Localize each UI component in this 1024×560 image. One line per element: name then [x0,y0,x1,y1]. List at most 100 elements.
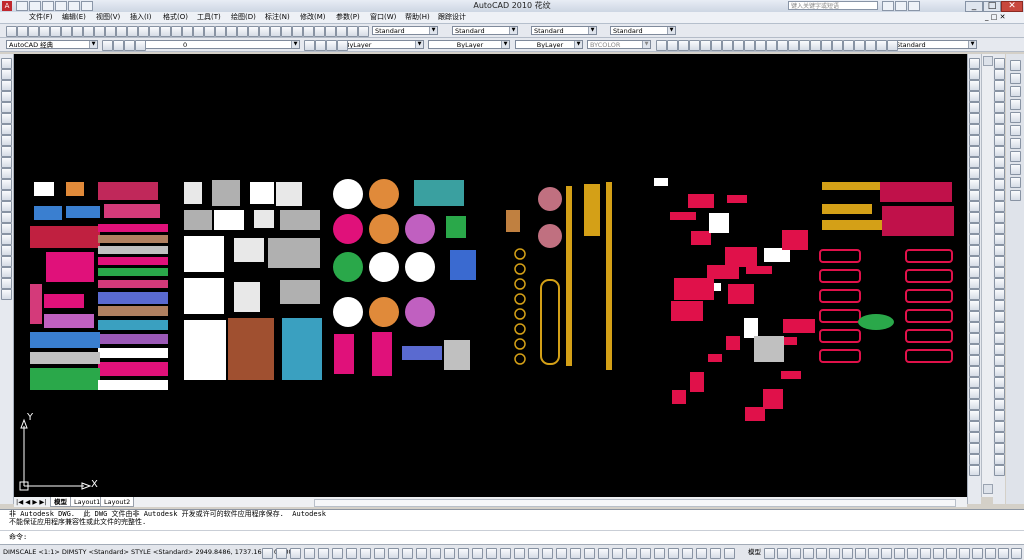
draw-tool-icon[interactable] [1,168,12,179]
dimension-tool-icon[interactable] [994,278,1005,289]
drafting-toggle-icon[interactable] [444,548,455,559]
drafting-toggle-icon[interactable] [304,548,315,559]
menu-help[interactable]: 帮助(H) [405,12,430,23]
dimension-tool-icon[interactable] [799,40,810,51]
draw-tool-icon[interactable] [1,91,12,102]
vertical-scrollbar[interactable] [981,54,993,497]
dimension-tool-icon[interactable] [722,40,733,51]
drafting-toggle-icon[interactable] [542,548,553,559]
tray-icon[interactable] [790,548,801,559]
toolbar-button-icon[interactable] [72,26,83,37]
menu-window-controls[interactable]: _ □ ✕ [985,12,1005,23]
maximize-icon[interactable]: □ [983,1,1001,12]
toolbar-button-icon[interactable] [325,26,336,37]
toolbar-button-icon[interactable] [94,26,105,37]
palette-tool-icon[interactable] [1010,112,1021,123]
drafting-toggle-icon[interactable] [570,548,581,559]
toolbar-button-icon[interactable] [314,26,325,37]
dimension-tool-icon[interactable] [994,432,1005,443]
workspace-select[interactable]: AutoCAD 经典 ▼ [6,40,98,49]
drafting-toggle-icon[interactable] [318,548,329,559]
toolbar-button-icon[interactable] [182,26,193,37]
modify-tool-icon[interactable] [969,80,980,91]
draw-tool-icon[interactable] [1,102,12,113]
layer-tool-icon[interactable] [102,40,113,51]
tray-icon[interactable] [998,548,1009,559]
drafting-toggle-icon[interactable] [612,548,623,559]
modify-tool-icon[interactable] [969,322,980,333]
draw-tool-icon[interactable] [1,146,12,157]
menu-tools[interactable]: 工具(T) [197,12,221,23]
drafting-toggle-icon[interactable] [528,548,539,559]
drafting-toggle-icon[interactable] [500,548,511,559]
draw-tool-icon[interactable] [1,267,12,278]
tab-nav-icons[interactable]: |◀ ◀ ▶ ▶| [16,497,47,507]
toolbar-button-icon[interactable] [336,26,347,37]
drafting-toggle-icon[interactable] [262,548,273,559]
tray-icon[interactable] [816,548,827,559]
tray-icon[interactable] [985,548,996,559]
dimension-tool-icon[interactable] [994,333,1005,344]
model-space-button[interactable]: 模型 [748,545,761,560]
menu-window[interactable]: 窗口(W) [370,12,396,23]
dimension-tool-icon[interactable] [854,40,865,51]
tray-icon[interactable] [829,548,840,559]
modify-tool-icon[interactable] [969,190,980,201]
toolbar-button-icon[interactable] [347,26,358,37]
layer-tool-icon[interactable] [113,40,124,51]
palette-tool-icon[interactable] [1010,177,1021,188]
dimension-tool-icon[interactable] [994,388,1005,399]
dimension-tool-icon[interactable] [994,322,1005,333]
draw-tool-icon[interactable] [1,201,12,212]
dimension-tool-icon[interactable] [994,124,1005,135]
linetype-select[interactable]: ByLayer ▼ [428,40,510,49]
dimension-tool-icon[interactable] [777,40,788,51]
modify-tool-icon[interactable] [969,146,980,157]
drafting-toggle-icon[interactable] [710,548,721,559]
toolbar-button-icon[interactable] [50,26,61,37]
draw-tool-icon[interactable] [1,179,12,190]
toolbar-button-icon[interactable] [171,26,182,37]
modify-tool-icon[interactable] [969,399,980,410]
drafting-toggle-icon[interactable] [486,548,497,559]
draw-tool-icon[interactable] [1,157,12,168]
drafting-toggle-icon[interactable] [374,548,385,559]
table-style-select[interactable]: Standard ▼ [531,26,597,35]
close-icon[interactable]: ✕ [1001,1,1023,12]
tray-icon[interactable] [777,548,788,559]
dimension-tool-icon[interactable] [887,40,898,51]
tray-icon[interactable] [1011,548,1022,559]
help-icon[interactable] [908,1,920,11]
draw-tool-icon[interactable] [1,212,12,223]
modify-tool-icon[interactable] [969,267,980,278]
draw-tool-icon[interactable] [1,113,12,124]
draw-tool-icon[interactable] [1,69,12,80]
modify-tool-icon[interactable] [969,113,980,124]
toolbar-button-icon[interactable] [292,26,303,37]
dimension-tool-icon[interactable] [994,91,1005,102]
tray-icon[interactable] [946,548,957,559]
palette-tool-icon[interactable] [1010,151,1021,162]
plotstyle-select[interactable]: BYCOLOR ▼ [587,40,651,49]
menu-draw[interactable]: 绘图(D) [231,12,256,23]
drafting-toggle-icon[interactable] [472,548,483,559]
modify-tool-icon[interactable] [969,234,980,245]
draw-tool-icon[interactable] [1,278,12,289]
modify-tool-icon[interactable] [969,212,980,223]
palette-tool-icon[interactable] [1010,99,1021,110]
toolbar-button-icon[interactable] [270,26,281,37]
dimension-tool-icon[interactable] [994,80,1005,91]
drafting-toggle-icon[interactable] [640,548,651,559]
drafting-toggle-icon[interactable] [668,548,679,559]
dimension-tool-icon[interactable] [994,311,1005,322]
drafting-toggle-icon[interactable] [598,548,609,559]
drafting-toggle-icon[interactable] [724,548,735,559]
dimension-tool-icon[interactable] [788,40,799,51]
search-icon[interactable] [882,1,894,11]
dimension-tool-icon[interactable] [994,157,1005,168]
drafting-toggle-icon[interactable] [682,548,693,559]
toolbar-button-icon[interactable] [83,26,94,37]
tray-icon[interactable] [881,548,892,559]
drafting-toggle-icon[interactable] [388,548,399,559]
modify-tool-icon[interactable] [969,135,980,146]
